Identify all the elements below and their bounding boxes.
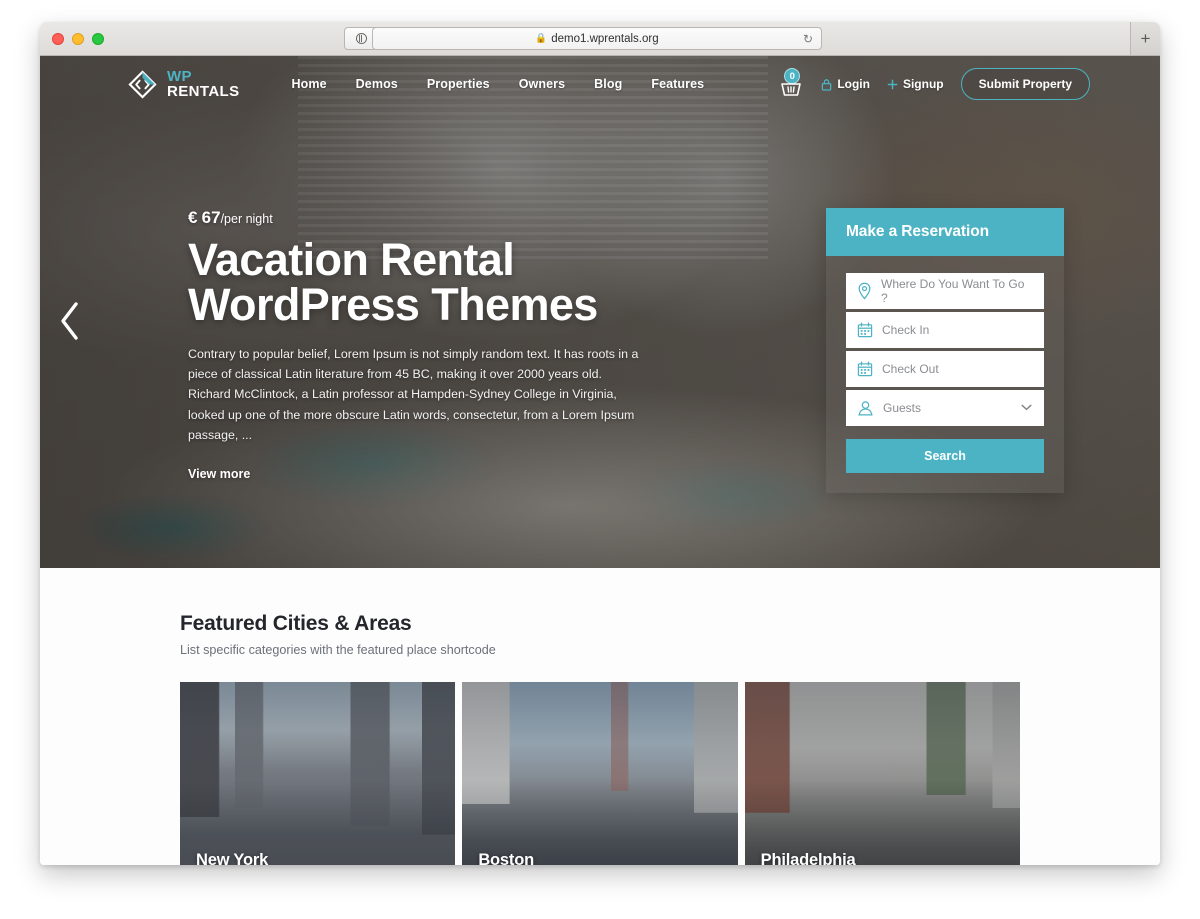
lock-icon bbox=[821, 78, 832, 91]
site-logo[interactable]: WP RENTALS bbox=[127, 67, 240, 100]
featured-title: Featured Cities & Areas bbox=[180, 612, 412, 635]
site-header: WP RENTALS Home Demos Properties Owners … bbox=[40, 56, 1160, 112]
plus-icon bbox=[887, 79, 898, 90]
diamond-code-icon bbox=[127, 69, 158, 100]
location-placeholder: Where Do You Want To Go ? bbox=[881, 277, 1025, 305]
new-tab-button[interactable]: + bbox=[1130, 22, 1160, 55]
city-name: Philadelphia bbox=[760, 851, 856, 865]
hero-section: WP RENTALS Home Demos Properties Owners … bbox=[40, 56, 1160, 568]
nav-item-home[interactable]: Home bbox=[292, 77, 327, 91]
login-link[interactable]: Login bbox=[821, 77, 870, 91]
city-card-caption: Boston Nickel Chasers bbox=[478, 851, 559, 865]
featured-subtitle: List specific categories with the featur… bbox=[180, 643, 496, 657]
check-out-input[interactable]: Check Out bbox=[846, 351, 1044, 387]
chevron-left-icon bbox=[61, 302, 78, 340]
window-controls bbox=[52, 32, 104, 45]
featured-container: Featured Cities & Areas List specific ca… bbox=[180, 612, 1020, 865]
hero-paragraph: Contrary to popular belief, Lorem Ipsum … bbox=[188, 347, 639, 442]
guests-placeholder: Guests bbox=[883, 401, 922, 415]
chevron-down-icon bbox=[1021, 403, 1032, 414]
location-input[interactable]: Where Do You Want To Go ? bbox=[846, 273, 1044, 309]
header-actions: 0 Login Signup Submit Property bbox=[778, 56, 1090, 112]
lock-icon: 🔒 bbox=[535, 33, 548, 44]
reservation-form: Where Do You Want To Go ? Check In Check… bbox=[826, 256, 1064, 493]
nav-item-owners[interactable]: Owners bbox=[519, 77, 565, 91]
search-button[interactable]: Search bbox=[846, 439, 1044, 473]
calendar-icon bbox=[857, 322, 873, 338]
guests-select[interactable]: Guests bbox=[846, 390, 1044, 426]
map-pin-icon bbox=[857, 282, 872, 300]
philadelphia-photo bbox=[744, 682, 1020, 865]
logo-rentals-text: RENTALS bbox=[167, 83, 240, 100]
hero-price: € 67/per night bbox=[188, 208, 648, 228]
url-text: demo1.wprentals.org bbox=[551, 32, 659, 45]
check-in-placeholder: Check In bbox=[882, 323, 930, 337]
maximize-window-button[interactable] bbox=[92, 32, 104, 45]
reload-icon[interactable]: ↻ bbox=[803, 32, 813, 46]
calendar-icon bbox=[857, 361, 873, 377]
city-card-philadelphia[interactable]: Philadelphia City that Never Sleeps bbox=[744, 682, 1020, 865]
nav-item-properties[interactable]: Properties bbox=[427, 77, 490, 91]
reservation-title: Make a Reservation bbox=[826, 208, 1064, 256]
address-bar[interactable]: 🔒 demo1.wprentals.org ↻ bbox=[372, 27, 822, 50]
hero-title-line1: Vacation Rental bbox=[188, 234, 515, 285]
nav-item-blog[interactable]: Blog bbox=[594, 77, 622, 91]
check-out-placeholder: Check Out bbox=[882, 362, 939, 376]
boston-photo bbox=[462, 682, 738, 865]
page-viewport: WP RENTALS Home Demos Properties Owners … bbox=[40, 56, 1160, 865]
close-window-button[interactable] bbox=[52, 32, 64, 45]
basket-icon bbox=[781, 83, 802, 96]
featured-cities-section: Featured Cities & Areas List specific ca… bbox=[40, 568, 1160, 865]
cart-button[interactable]: 0 bbox=[778, 68, 804, 99]
view-more-link[interactable]: View more bbox=[188, 467, 250, 481]
city-card-boston[interactable]: Boston Nickel Chasers bbox=[462, 682, 738, 865]
new-york-photo bbox=[180, 682, 456, 865]
minimize-window-button[interactable] bbox=[72, 32, 84, 45]
hero-price-currency: € bbox=[188, 208, 198, 227]
city-cards-grid: New York Capital of the World Boston Nic… bbox=[180, 682, 1020, 865]
hero-title-line2: WordPress Themes bbox=[188, 279, 598, 330]
browser-chrome-bar: 🔒 demo1.wprentals.org ↻ + bbox=[40, 22, 1160, 56]
reservation-widget: Make a Reservation Where Do You Want To … bbox=[826, 208, 1064, 493]
check-in-input[interactable]: Check In bbox=[846, 312, 1044, 348]
hero-price-unit: /per night bbox=[220, 212, 273, 226]
city-card-caption: New York Capital of the World bbox=[196, 851, 301, 865]
logo-text: WP RENTALS bbox=[167, 67, 240, 100]
browser-window: 🔒 demo1.wprentals.org ↻ + WP RENTALS Hom… bbox=[40, 22, 1160, 865]
signup-label: Signup bbox=[902, 77, 944, 91]
hero-title: Vacation Rental WordPress Themes bbox=[188, 237, 648, 327]
city-card-new-york[interactable]: New York Capital of the World bbox=[180, 682, 456, 865]
city-name: Boston bbox=[478, 851, 534, 865]
login-label: Login bbox=[837, 77, 870, 91]
logo-wp-text: WP bbox=[167, 67, 192, 85]
person-icon bbox=[857, 400, 874, 417]
nav-item-features[interactable]: Features bbox=[651, 77, 704, 91]
main-navigation: Home Demos Properties Owners Blog Featur… bbox=[292, 77, 705, 91]
hero-price-value: 67 bbox=[201, 208, 221, 227]
nav-item-demos[interactable]: Demos bbox=[356, 77, 398, 91]
signup-link[interactable]: Signup bbox=[887, 77, 944, 91]
submit-property-button[interactable]: Submit Property bbox=[960, 68, 1090, 100]
city-card-caption: Philadelphia City that Never Sleeps bbox=[761, 851, 880, 865]
hero-copy: € 67/per night Vacation Rental WordPress… bbox=[188, 208, 648, 483]
city-name: New York bbox=[196, 851, 269, 865]
hero-prev-slide-button[interactable] bbox=[56, 299, 84, 348]
